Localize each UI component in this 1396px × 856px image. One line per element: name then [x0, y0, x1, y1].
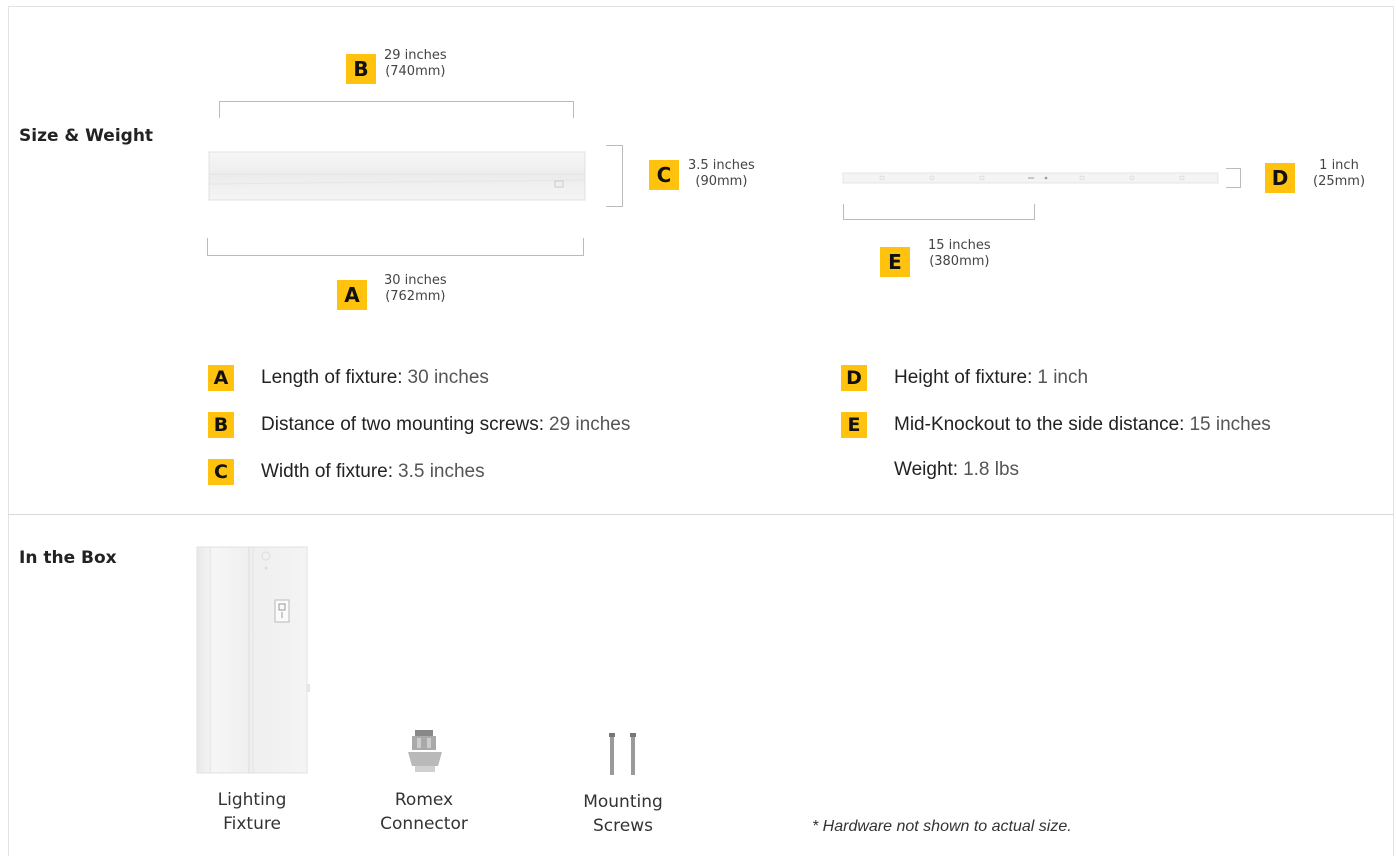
dim-c-mm: (90mm) [695, 174, 748, 189]
in-the-box-title: In the Box [19, 548, 117, 568]
dim-c-inches: 3.5 inches [688, 158, 755, 173]
spec-width: C Width of fixture: 3.5 inches [208, 459, 485, 485]
box-item-lighting-fixture-line2: Fixture [223, 814, 281, 834]
dim-a-badge: A [337, 280, 367, 310]
dim-d-mm: (25mm) [1313, 174, 1366, 189]
spec-length: A Length of fixture: 30 inches [208, 365, 489, 391]
size-weight-title: Size & Weight [19, 126, 154, 146]
spec-a-badge: A [208, 365, 234, 391]
spec-d-badge: D [841, 365, 867, 391]
dim-a-mm: (762mm) [385, 289, 446, 304]
section-divider [8, 514, 1394, 515]
spec-knockout-distance: E Mid-Knockout to the side distance: 15 … [841, 412, 1271, 438]
hardware-size-note: * Hardware not shown to actual size. [812, 818, 1072, 835]
spec-screw-distance-label: Distance of two mounting screws: [261, 414, 545, 435]
box-item-lighting-fixture: Lighting Fixture [196, 788, 308, 836]
dim-d-inches: 1 inch [1319, 158, 1359, 173]
spec-width-value: 3.5 inches [398, 461, 485, 482]
spec-length-label: Length of fixture: [261, 367, 403, 388]
spec-height-label: Height of fixture: [894, 367, 1033, 388]
spec-weight: Weight: 1.8 lbs [894, 459, 1019, 481]
spec-length-value: 30 inches [407, 367, 489, 388]
box-item-mounting-screws: Mounting Screws [567, 790, 679, 838]
lighting-fixture-image [196, 546, 310, 774]
spec-screw-distance-value: 29 inches [549, 414, 631, 435]
mounting-screws-image [609, 733, 636, 775]
spec-height: D Height of fixture: 1 inch [841, 365, 1088, 391]
spec-height-value: 1 inch [1037, 367, 1089, 388]
dim-a-bracket [207, 238, 584, 256]
dim-c-text: 3.5 inches (90mm) [688, 158, 755, 190]
dim-e-bracket [843, 204, 1035, 220]
fixture-side-view [842, 172, 1219, 184]
dim-b-text: 29 inches (740mm) [384, 48, 447, 80]
box-item-romex-connector: Romex Connector [368, 788, 480, 836]
box-item-mounting-screws-line1: Mounting [583, 792, 663, 812]
dim-e-mm: (380mm) [929, 254, 990, 269]
dim-d-text: 1 inch (25mm) [1313, 158, 1365, 190]
dim-e-text: 15 inches (380mm) [928, 238, 991, 270]
dim-c-badge: C [649, 160, 679, 190]
dim-b-bracket [219, 101, 574, 118]
spec-b-badge: B [208, 412, 234, 438]
spec-width-label: Width of fixture: [261, 461, 393, 482]
dim-b-inches: 29 inches [384, 48, 447, 63]
spec-e-badge: E [841, 412, 867, 438]
spec-weight-value: 1.8 lbs [963, 459, 1020, 480]
dim-e-badge: E [880, 247, 910, 277]
spec-screw-distance: B Distance of two mounting screws: 29 in… [208, 412, 630, 438]
romex-connector-image [408, 730, 442, 772]
fixture-front-view [208, 151, 586, 201]
box-item-romex-connector-line2: Connector [380, 814, 468, 834]
dim-e-inches: 15 inches [928, 238, 991, 253]
dim-c-bracket [606, 145, 623, 207]
dim-b-badge: B [346, 54, 376, 84]
dim-d-bracket [1226, 168, 1241, 188]
dim-d-badge: D [1265, 163, 1295, 193]
spec-c-badge: C [208, 459, 234, 485]
spec-weight-label: Weight: [894, 459, 959, 480]
dim-a-inches: 30 inches [384, 273, 447, 288]
spec-knockout-distance-label: Mid-Knockout to the side distance: [894, 414, 1185, 435]
box-item-mounting-screws-line2: Screws [593, 816, 653, 836]
box-item-lighting-fixture-line1: Lighting [217, 790, 287, 810]
spec-knockout-distance-value: 15 inches [1189, 414, 1271, 435]
box-item-romex-connector-line1: Romex [394, 790, 454, 810]
dim-a-text: 30 inches (762mm) [384, 273, 447, 305]
dim-b-mm: (740mm) [385, 64, 446, 79]
